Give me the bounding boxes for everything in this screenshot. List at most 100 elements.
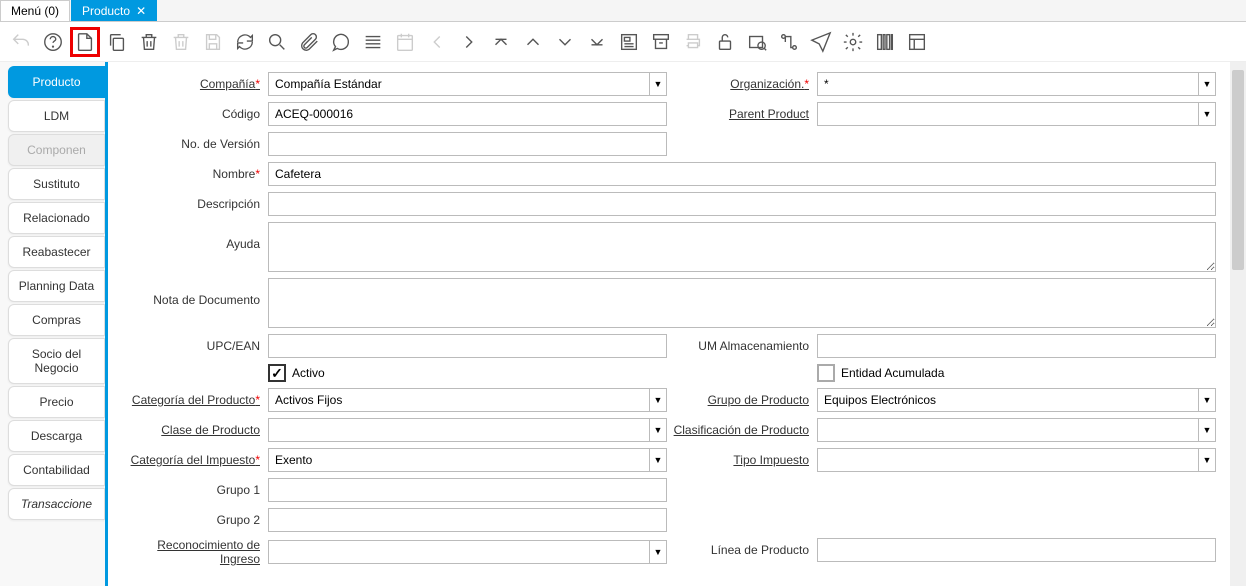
- undo-icon: [6, 27, 36, 57]
- input-upc[interactable]: [268, 334, 667, 358]
- grid-toggle-icon[interactable]: [358, 27, 388, 57]
- dropdown-tipoimp[interactable]: ▼: [1198, 448, 1216, 472]
- label-catimp[interactable]: Categoría del Impuesto*: [118, 453, 268, 467]
- nav-prev-icon[interactable]: [518, 27, 548, 57]
- input-reconoc[interactable]: [268, 540, 649, 564]
- nav-detail-icon[interactable]: [454, 27, 484, 57]
- input-parent[interactable]: [817, 102, 1198, 126]
- input-grupoprod[interactable]: [817, 388, 1198, 412]
- customize-icon[interactable]: [902, 27, 932, 57]
- report-icon[interactable]: [614, 27, 644, 57]
- dropdown-catimp[interactable]: ▼: [649, 448, 667, 472]
- input-organizacion[interactable]: [817, 72, 1198, 96]
- checkbox-activo[interactable]: ✓: [268, 364, 286, 382]
- help-icon[interactable]: [38, 27, 68, 57]
- sidebar-item-contabilidad[interactable]: Contabilidad: [8, 454, 105, 486]
- textarea-ayuda[interactable]: [268, 222, 1216, 272]
- scrollbar-thumb[interactable]: [1232, 70, 1244, 270]
- dropdown-parent[interactable]: ▼: [1198, 102, 1216, 126]
- sidebar-item-compras[interactable]: Compras: [8, 304, 105, 336]
- input-tipoimp[interactable]: [817, 448, 1198, 472]
- label-parent[interactable]: Parent Product: [667, 107, 817, 121]
- sidebar-item-sustituto[interactable]: Sustituto: [8, 168, 105, 200]
- input-nombre[interactable]: [268, 162, 1216, 186]
- calendar-icon: [390, 27, 420, 57]
- vertical-scrollbar[interactable]: [1230, 62, 1246, 586]
- dropdown-claseprod[interactable]: ▼: [649, 418, 667, 442]
- delete-icon[interactable]: [134, 27, 164, 57]
- input-descripcion[interactable]: [268, 192, 1216, 216]
- dropdown-grupoprod[interactable]: ▼: [1198, 388, 1216, 412]
- input-compania[interactable]: [268, 72, 649, 96]
- lock-icon[interactable]: [710, 27, 740, 57]
- window-tabs: Menú (0) Producto ✕: [0, 0, 1246, 22]
- label-organizacion[interactable]: Organización.*: [667, 77, 817, 91]
- workflow-icon[interactable]: [774, 27, 804, 57]
- label-nombre: Nombre*: [118, 167, 268, 181]
- label-reconoc[interactable]: Reconocimiento de Ingreso: [118, 538, 268, 566]
- sidebar-item-relacionado[interactable]: Relacionado: [8, 202, 105, 234]
- label-codigo: Código: [118, 107, 268, 121]
- sidebar-item-producto[interactable]: Producto: [8, 66, 105, 98]
- checkbox-entidad[interactable]: [817, 364, 835, 382]
- input-grupo2[interactable]: [268, 508, 667, 532]
- archive-icon[interactable]: [646, 27, 676, 57]
- sidebar-item-socio[interactable]: Socio del Negocio: [8, 338, 105, 384]
- product-info-icon[interactable]: [870, 27, 900, 57]
- label-tipoimp[interactable]: Tipo Impuesto: [667, 453, 817, 467]
- close-icon[interactable]: ✕: [136, 4, 146, 18]
- label-umalm: UM Almacenamiento: [667, 339, 817, 353]
- input-catprod[interactable]: [268, 388, 649, 412]
- dropdown-catprod[interactable]: ▼: [649, 388, 667, 412]
- dropdown-organizacion[interactable]: ▼: [1198, 72, 1216, 96]
- copy-icon[interactable]: [102, 27, 132, 57]
- input-claseprod[interactable]: [268, 418, 649, 442]
- new-record-icon[interactable]: [70, 27, 100, 57]
- label-compania[interactable]: Compañía*: [118, 77, 268, 91]
- toolbar: [0, 22, 1246, 62]
- input-noversion[interactable]: [268, 132, 667, 156]
- sidebar: Producto LDM Componen Sustituto Relacion…: [0, 62, 108, 586]
- nav-first-icon[interactable]: [486, 27, 516, 57]
- zoom-across-icon[interactable]: [742, 27, 772, 57]
- nav-parent-icon: [422, 27, 452, 57]
- sidebar-item-componen: Componen: [8, 134, 105, 166]
- sidebar-item-transacciones[interactable]: Transaccione: [8, 488, 105, 520]
- label-claseprod[interactable]: Clase de Producto: [118, 423, 268, 437]
- nav-next-icon[interactable]: [550, 27, 580, 57]
- input-linea[interactable]: [817, 538, 1216, 562]
- sidebar-item-reabastecer[interactable]: Reabastecer: [8, 236, 105, 268]
- label-catprod[interactable]: Categoría del Producto*: [118, 393, 268, 407]
- attachment-icon[interactable]: [294, 27, 324, 57]
- label-grupo1: Grupo 1: [118, 483, 268, 497]
- label-noversion: No. de Versión: [118, 137, 268, 151]
- input-clasifprod[interactable]: [817, 418, 1198, 442]
- input-grupo1[interactable]: [268, 478, 667, 502]
- textarea-notadoc[interactable]: [268, 278, 1216, 328]
- tab-producto[interactable]: Producto ✕: [71, 0, 157, 21]
- label-clasifprod[interactable]: Clasificación de Producto: [667, 423, 817, 437]
- label-notadoc: Nota de Documento: [118, 278, 268, 307]
- dropdown-reconoc[interactable]: ▼: [649, 540, 667, 564]
- input-catimp[interactable]: [268, 448, 649, 472]
- dropdown-compania[interactable]: ▼: [649, 72, 667, 96]
- delete-selection-icon: [166, 27, 196, 57]
- print-icon: [678, 27, 708, 57]
- gear-icon[interactable]: [838, 27, 868, 57]
- search-icon[interactable]: [262, 27, 292, 57]
- label-grupoprod[interactable]: Grupo de Producto: [667, 393, 817, 407]
- sidebar-item-descarga[interactable]: Descarga: [8, 420, 105, 452]
- input-codigo[interactable]: [268, 102, 667, 126]
- tab-menu[interactable]: Menú (0): [0, 0, 70, 21]
- sidebar-item-precio[interactable]: Precio: [8, 386, 105, 418]
- sidebar-item-planning[interactable]: Planning Data: [8, 270, 105, 302]
- label-descripcion: Descripción: [118, 197, 268, 211]
- request-icon[interactable]: [806, 27, 836, 57]
- chat-icon[interactable]: [326, 27, 356, 57]
- checkbox-entidad-label: Entidad Acumulada: [841, 366, 944, 380]
- sidebar-item-ldm[interactable]: LDM: [8, 100, 105, 132]
- dropdown-clasifprod[interactable]: ▼: [1198, 418, 1216, 442]
- refresh-icon[interactable]: [230, 27, 260, 57]
- nav-last-icon[interactable]: [582, 27, 612, 57]
- input-umalm[interactable]: [817, 334, 1216, 358]
